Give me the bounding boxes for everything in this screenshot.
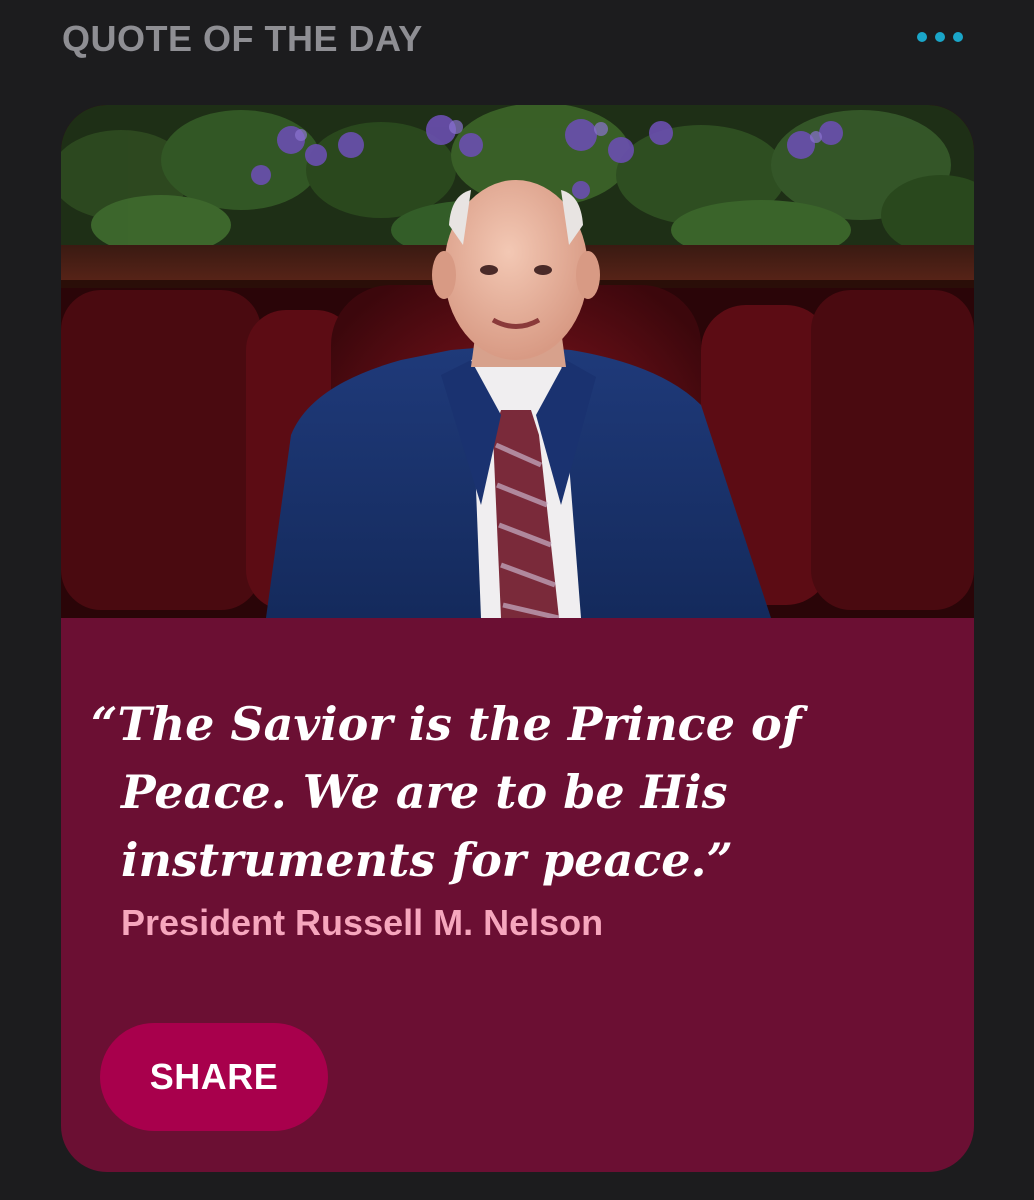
quote-block: “The Savior is the Prince of Peace. We a… [91, 690, 931, 944]
more-horizontal-icon-dot [935, 32, 945, 42]
section-header: QUOTE OF THE DAY [0, 0, 1034, 90]
section-title: QUOTE OF THE DAY [62, 18, 423, 59]
portrait-photo [61, 105, 974, 618]
share-button[interactable]: SHARE [100, 1023, 328, 1131]
more-horizontal-icon-dot [953, 32, 963, 42]
quote-card: “The Savior is the Prince of Peace. We a… [61, 105, 974, 1172]
more-options-button[interactable] [904, 22, 976, 52]
more-horizontal-icon [917, 32, 927, 42]
quote-attribution: President Russell M. Nelson [121, 902, 604, 943]
quote-text: “The Savior is the Prince of Peace. We a… [91, 697, 802, 887]
